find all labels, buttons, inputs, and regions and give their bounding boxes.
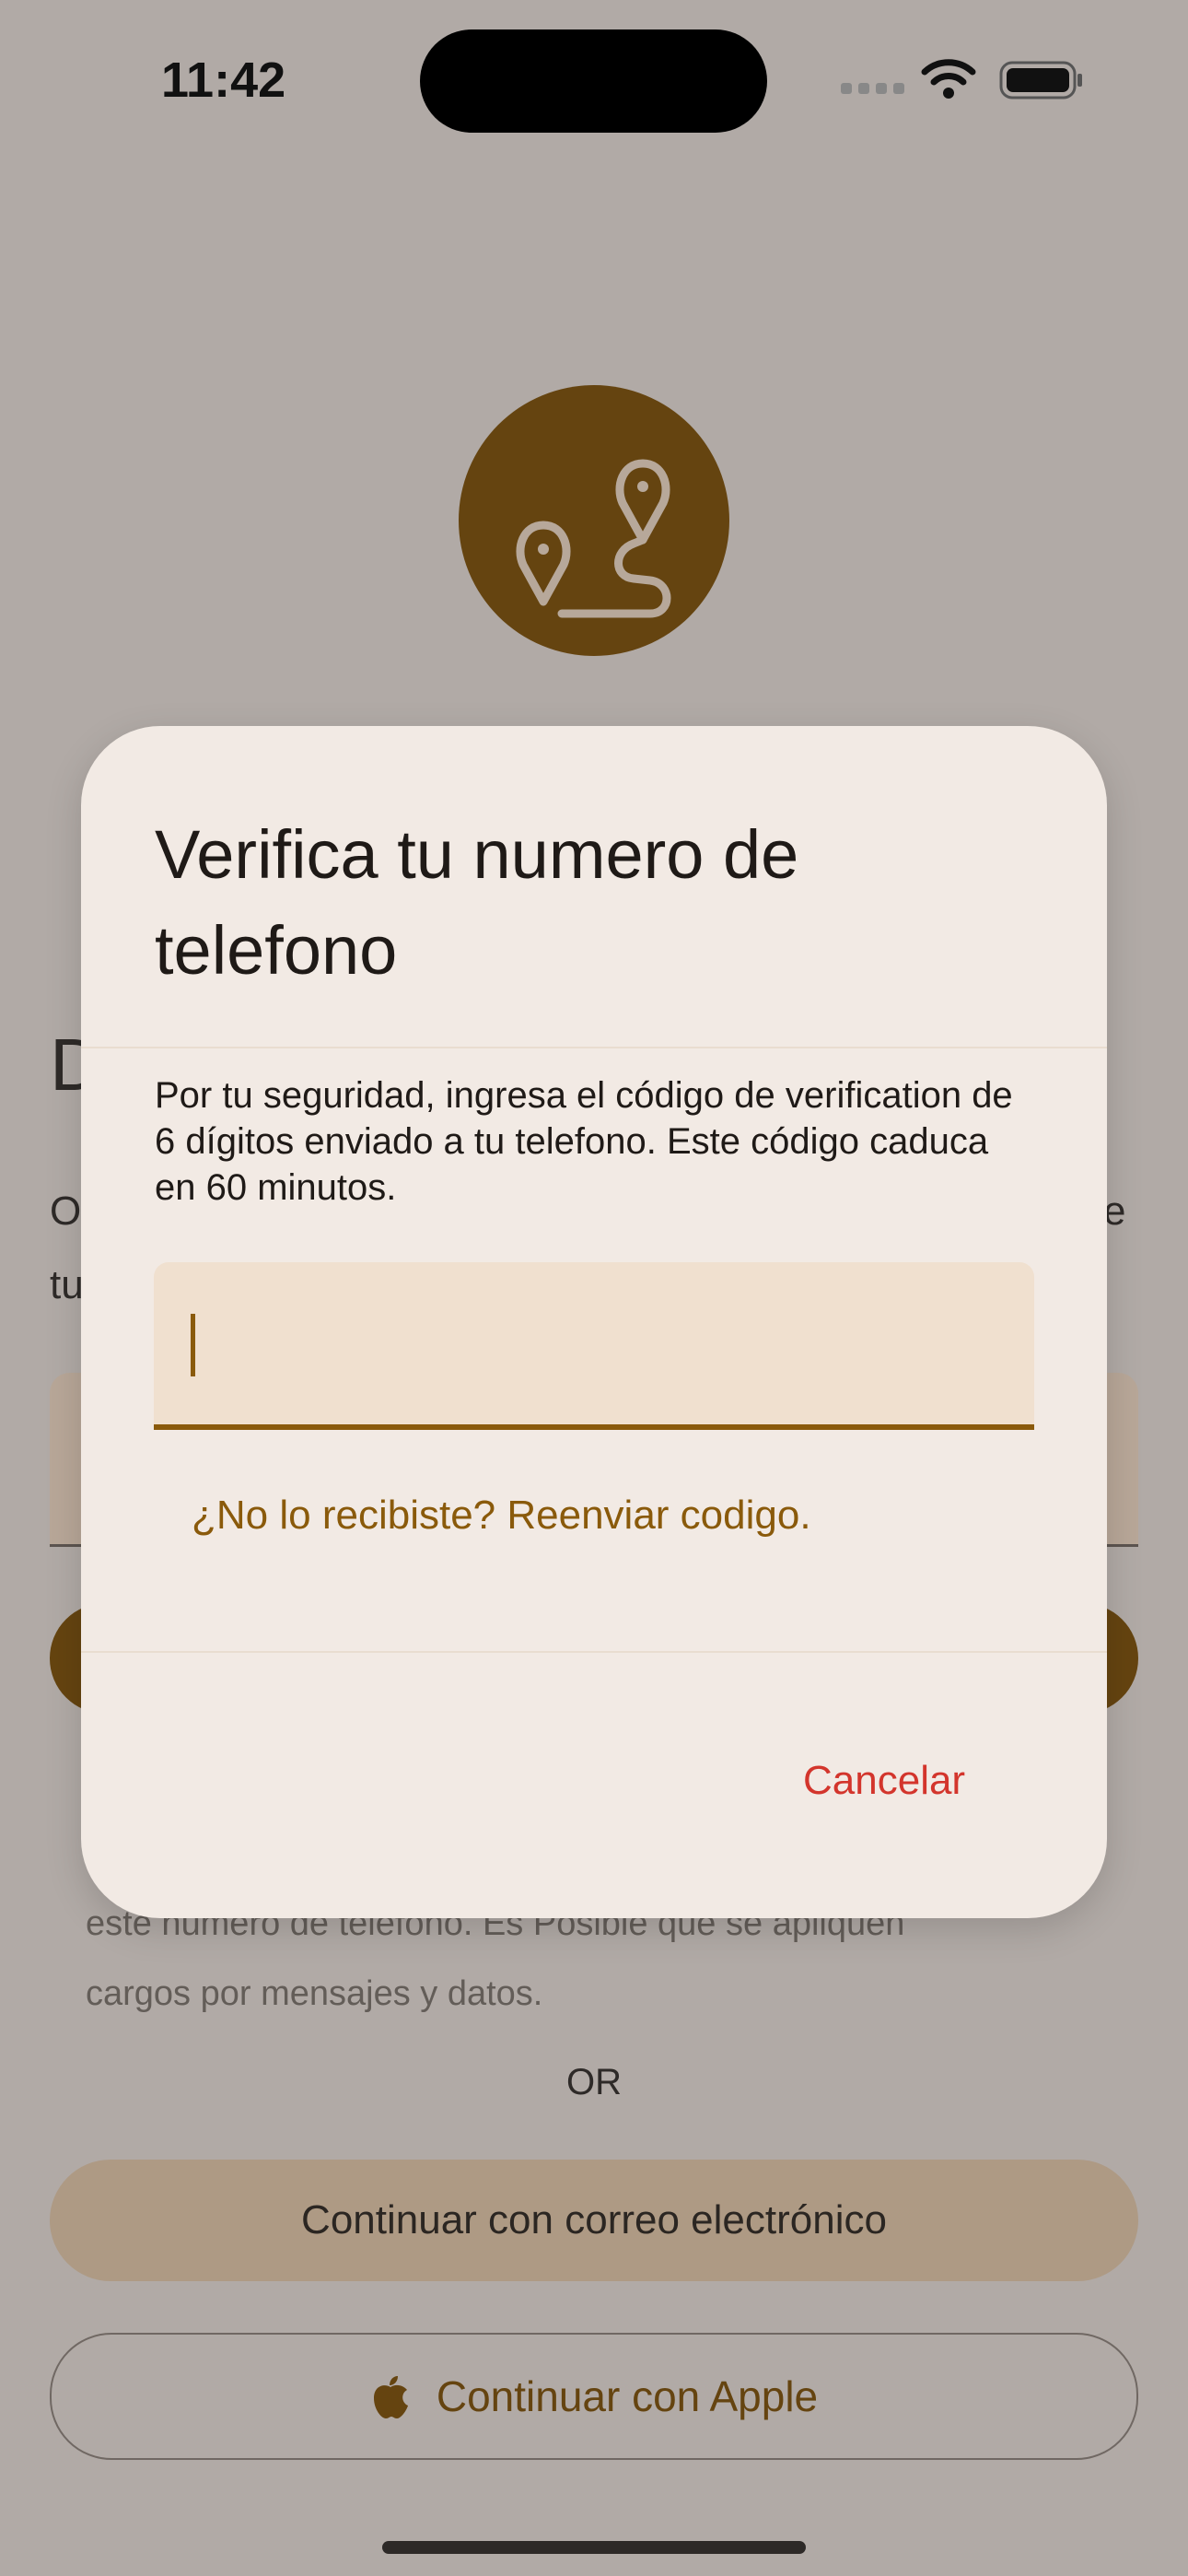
- battery-icon: [999, 61, 1082, 100]
- verify-phone-dialog: Verifica tu numero de telefono Por tu se…: [81, 726, 1107, 1918]
- dialog-divider-top: [81, 1047, 1107, 1048]
- dialog-divider-bottom: [81, 1651, 1107, 1653]
- cancel-button[interactable]: Cancelar: [803, 1758, 965, 1804]
- home-indicator: [382, 2541, 806, 2554]
- terms-line-2: cargos por mensajes y datos.: [86, 1974, 543, 2013]
- dynamic-island: [420, 29, 767, 133]
- app-logo: [459, 385, 729, 656]
- continue-apple-button[interactable]: Continuar con Apple: [50, 2333, 1138, 2460]
- wifi-icon: [921, 59, 976, 99]
- continue-apple-label: Continuar con Apple: [436, 2372, 819, 2420]
- text-cursor: [191, 1314, 195, 1376]
- dialog-title: Verifica tu numero de telefono: [155, 816, 799, 989]
- signal-icon: [841, 83, 904, 94]
- continue-email-button[interactable]: Continuar con correo electrónico: [50, 2160, 1138, 2281]
- dialog-message: Por tu seguridad, ingresa el código de v…: [155, 1075, 1013, 1208]
- route-icon: [516, 459, 671, 618]
- or-divider-label: OR: [566, 2062, 622, 2102]
- status-time: 11:42: [161, 53, 286, 108]
- verification-code-input[interactable]: [154, 1262, 1034, 1430]
- continue-email-label: Continuar con correo electrónico: [301, 2197, 887, 2242]
- apple-icon: [373, 2376, 408, 2418]
- resend-code-button[interactable]: ¿No lo recibiste? Reenviar codigo.: [192, 1493, 811, 1539]
- background-subtitle-line2: tu: [50, 1262, 84, 1307]
- background-subtitle: O: [50, 1188, 82, 1234]
